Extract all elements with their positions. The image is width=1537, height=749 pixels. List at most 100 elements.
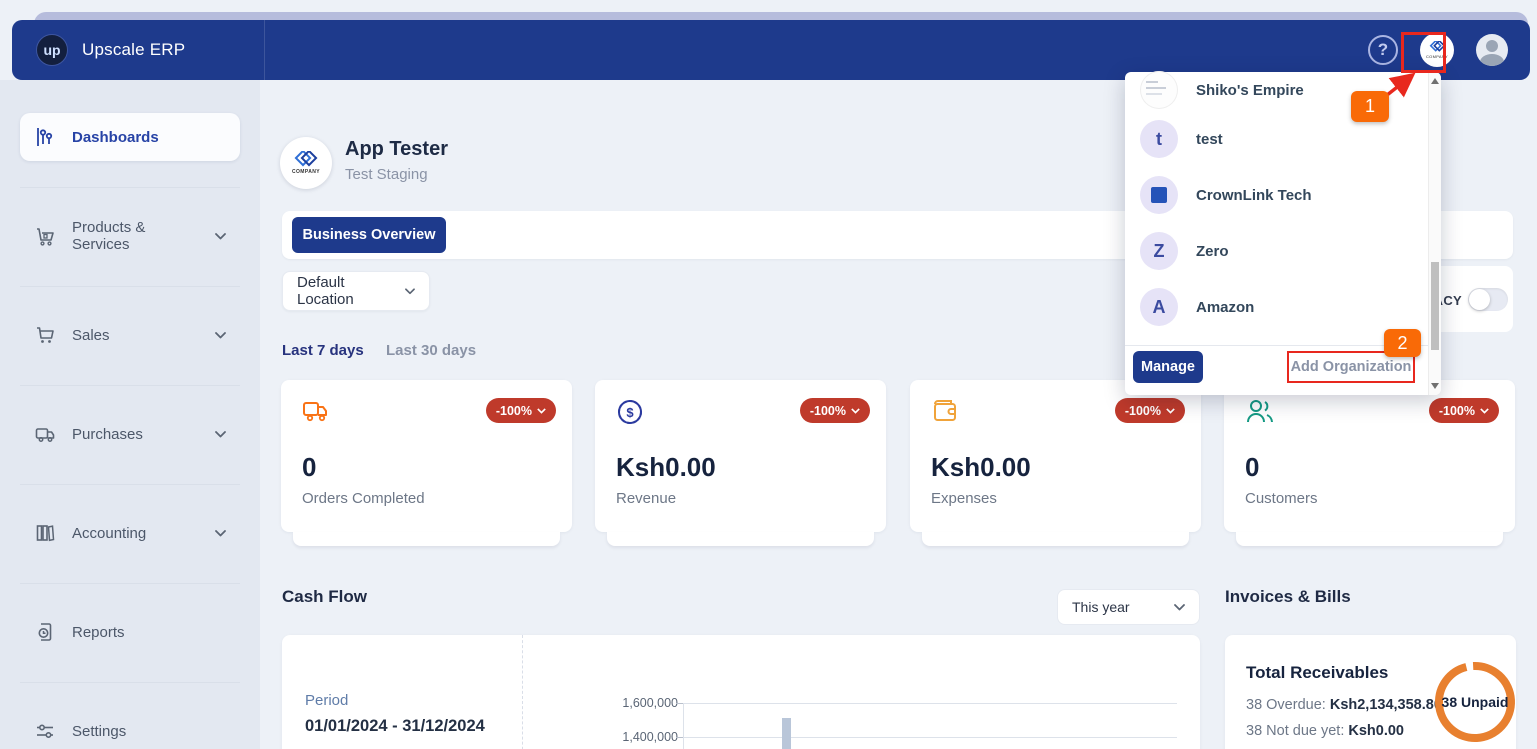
avatar-torso-shape bbox=[1480, 54, 1504, 66]
scroll-down-arrow-icon[interactable] bbox=[1431, 383, 1439, 389]
org-avatar-initial: A bbox=[1140, 288, 1178, 326]
annotation-step-2-badge: 2 bbox=[1384, 329, 1421, 357]
org-name-label: Amazon bbox=[1196, 299, 1254, 316]
chevron-down-icon bbox=[215, 233, 226, 240]
trend-value: -100% bbox=[1125, 404, 1161, 418]
dollar-glyph: $ bbox=[626, 405, 634, 420]
kpi-card-customers: -100% 0 Customers bbox=[1224, 380, 1515, 532]
annotation-step-1-badge: 1 bbox=[1351, 91, 1389, 122]
kpi-card-expenses: -100% Ksh0.00 Expenses bbox=[910, 380, 1201, 532]
tab-last-30-days[interactable]: Last 30 days bbox=[386, 342, 476, 359]
kpi-label: Revenue bbox=[616, 490, 676, 507]
sidebar-item-accounting[interactable]: Accounting bbox=[20, 509, 240, 557]
kpi-card-orders: -100% 0 Orders Completed bbox=[281, 380, 572, 532]
kpi-label: Customers bbox=[1245, 490, 1318, 507]
sidebar: Dashboards Products & Services Sales bbox=[0, 80, 260, 749]
unpaid-count-label: 38 Unpaid bbox=[1429, 694, 1521, 710]
toggle-knob bbox=[1469, 289, 1490, 310]
cash-flow-bar bbox=[782, 718, 791, 749]
sidebar-item-label: Settings bbox=[72, 723, 226, 740]
trend-value: -100% bbox=[810, 404, 846, 418]
sidebar-item-purchases[interactable]: Purchases bbox=[20, 410, 240, 458]
sidebar-divider bbox=[20, 682, 240, 683]
sidebar-item-products-services[interactable]: Products & Services bbox=[20, 212, 240, 260]
chevron-down-icon bbox=[215, 530, 226, 537]
org-avatar-initial: t bbox=[1140, 120, 1178, 158]
upscale-logo-icon: up bbox=[36, 34, 68, 66]
sidebar-item-label: Reports bbox=[72, 624, 226, 641]
org-avatar-initial: Z bbox=[1140, 232, 1178, 270]
manage-button[interactable]: Manage bbox=[1133, 351, 1203, 383]
chevron-down-icon bbox=[215, 332, 226, 339]
user-avatar[interactable] bbox=[1476, 34, 1508, 66]
privacy-toggle[interactable] bbox=[1468, 288, 1508, 311]
kpi-value: 0 bbox=[1245, 452, 1259, 483]
chevron-down-icon bbox=[851, 408, 860, 414]
unpaid-donut: 38 Unpaid bbox=[1429, 656, 1521, 748]
overdue-row: 38 Overdue: Ksh2,134,358.80 bbox=[1246, 697, 1442, 713]
chevron-down-icon bbox=[215, 431, 226, 438]
sidebar-item-reports[interactable]: Reports bbox=[20, 608, 240, 656]
y-axis-tick-label: 1,400,000 bbox=[582, 730, 678, 744]
sidebar-item-settings[interactable]: Settings bbox=[20, 707, 240, 749]
org-item-crownlink-tech[interactable]: CrownLink Tech bbox=[1125, 170, 1425, 220]
sidebar-divider bbox=[20, 286, 240, 287]
scrollbar-thumb[interactable] bbox=[1431, 262, 1439, 350]
trend-badge[interactable]: -100% bbox=[486, 398, 556, 423]
y-axis-tick bbox=[676, 703, 683, 704]
org-item-zero[interactable]: Z Zero bbox=[1125, 226, 1425, 276]
trend-value: -100% bbox=[1439, 404, 1475, 418]
kpi-value: Ksh0.00 bbox=[931, 452, 1031, 483]
not-due-row: 38 Not due yet: Ksh0.00 bbox=[1246, 723, 1404, 739]
business-overview-button[interactable]: Business Overview bbox=[292, 217, 446, 253]
company-logo-caption: COMPANY bbox=[292, 169, 320, 175]
location-dropdown[interactable]: Default Location bbox=[282, 271, 430, 311]
dropdown-footer-divider bbox=[1125, 345, 1428, 346]
sidebar-item-label: Accounting bbox=[72, 525, 199, 542]
dashed-divider bbox=[522, 635, 523, 749]
not-due-label: 38 Not due yet: bbox=[1246, 723, 1344, 739]
total-receivables-title: Total Receivables bbox=[1246, 663, 1388, 683]
org-name-label: CrownLink Tech bbox=[1196, 187, 1312, 204]
tab-last-7-days[interactable]: Last 7 days bbox=[282, 342, 364, 359]
sidebar-divider bbox=[20, 484, 240, 485]
settings-sliders-icon bbox=[34, 720, 56, 742]
sidebar-item-label: Products & Services bbox=[72, 219, 199, 253]
org-name-label: Shiko's Empire bbox=[1196, 82, 1304, 99]
products-services-icon bbox=[34, 225, 56, 247]
chevron-down-icon bbox=[537, 408, 546, 414]
org-item-amazon[interactable]: A Amazon bbox=[1125, 282, 1425, 332]
org-name: App Tester bbox=[345, 138, 448, 161]
location-label: Default Location bbox=[297, 274, 395, 308]
company-diamond-icon bbox=[293, 151, 319, 169]
sidebar-divider bbox=[20, 187, 240, 188]
year-range-dropdown[interactable]: This year bbox=[1057, 589, 1200, 625]
kpi-value: 0 bbox=[302, 452, 316, 483]
cash-flow-title: Cash Flow bbox=[282, 587, 367, 607]
invoices-card: Total Receivables 38 Overdue: Ksh2,134,3… bbox=[1225, 635, 1516, 749]
kpi-card-revenue: $ -100% Ksh0.00 Revenue bbox=[595, 380, 886, 532]
crownlink-logo-square bbox=[1151, 187, 1167, 203]
sidebar-item-sales[interactable]: Sales bbox=[20, 311, 240, 359]
company-avatar: COMPANY bbox=[280, 137, 332, 189]
trend-badge[interactable]: -100% bbox=[800, 398, 870, 423]
customers-users-icon bbox=[1245, 398, 1275, 426]
trend-badge[interactable]: -100% bbox=[1115, 398, 1185, 423]
year-range-value: This year bbox=[1072, 599, 1130, 615]
y-axis-line bbox=[683, 703, 684, 749]
revenue-dollar-badge-icon: $ bbox=[616, 398, 644, 426]
kpi-label: Orders Completed bbox=[302, 490, 425, 507]
avatar-head-shape bbox=[1486, 40, 1498, 52]
upscale-erp-dashboard: up Upscale ERP ? COMPANY bbox=[0, 0, 1537, 749]
not-due-value: Ksh0.00 bbox=[1348, 723, 1404, 739]
sidebar-item-label: Sales bbox=[72, 327, 199, 344]
org-subtitle: Test Staging bbox=[345, 166, 428, 183]
sidebar-divider bbox=[20, 385, 240, 386]
org-name-label: Zero bbox=[1196, 243, 1229, 260]
trend-badge[interactable]: -100% bbox=[1429, 398, 1499, 423]
sidebar-item-dashboards[interactable]: Dashboards bbox=[20, 113, 240, 161]
sales-cart-icon bbox=[34, 324, 56, 346]
sidebar-item-label: Purchases bbox=[72, 426, 199, 443]
trend-value: -100% bbox=[496, 404, 532, 418]
gridline bbox=[683, 737, 1177, 738]
